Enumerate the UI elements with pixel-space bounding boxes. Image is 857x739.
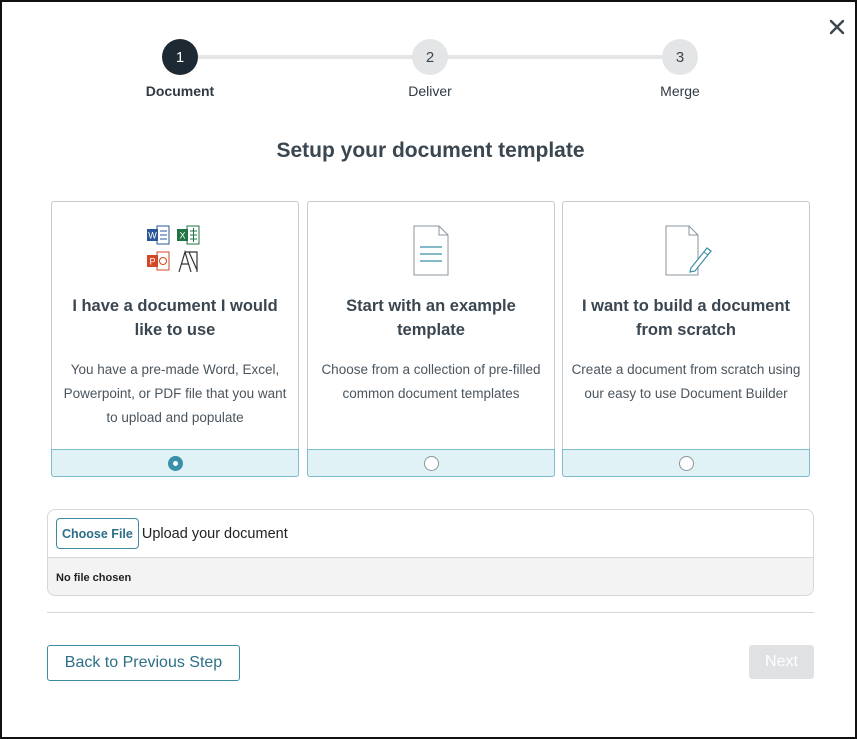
- option-radio-row[interactable]: [51, 449, 299, 477]
- step-label: Merge: [660, 83, 700, 99]
- next-button[interactable]: Next: [749, 645, 814, 679]
- option-radio-row[interactable]: [307, 449, 555, 477]
- option-card-build-from-scratch[interactable]: I want to build a document from scratch …: [562, 201, 810, 477]
- option-radio-selected[interactable]: [167, 455, 183, 471]
- step-label: Document: [145, 83, 215, 99]
- option-card-example-template[interactable]: Start with an example template Choose fr…: [307, 201, 555, 477]
- svg-text:W: W: [148, 231, 157, 241]
- step-deliver: 2 Deliver: [370, 39, 490, 99]
- option-title: I have a document I would like to use: [72, 297, 278, 339]
- file-upload: Choose File Upload your document No file…: [47, 509, 814, 596]
- option-title: Start with an example template: [346, 297, 516, 339]
- choose-file-button[interactable]: Choose File: [56, 518, 139, 549]
- back-button[interactable]: Back to Previous Step: [47, 645, 240, 681]
- document-edit-icon: [563, 224, 809, 280]
- office-files-icon: W X P: [52, 224, 298, 280]
- step-document: 1 Document: [120, 39, 240, 99]
- step-label: Deliver: [408, 83, 452, 99]
- option-description: Choose from a collection of pre-filled c…: [321, 362, 541, 401]
- option-title: I want to build a document from scratch: [581, 297, 791, 339]
- svg-text:X: X: [179, 231, 185, 241]
- divider: [47, 612, 814, 613]
- option-radio-row[interactable]: [562, 449, 810, 477]
- setup-template-modal: 1 Document 2 Deliver 3 Merge Setup your …: [0, 0, 857, 739]
- file-status: No file chosen: [48, 558, 813, 595]
- option-radio[interactable]: [423, 455, 439, 471]
- upload-label: Upload your document: [141, 525, 288, 542]
- page-title: Setup your document template: [276, 139, 585, 162]
- step-number: 1: [162, 39, 198, 75]
- svg-text:P: P: [149, 257, 155, 267]
- step-number: 2: [412, 39, 448, 75]
- option-radio[interactable]: [678, 455, 694, 471]
- option-card-upload-document[interactable]: W X P I have a document I would like to …: [51, 201, 299, 477]
- option-description: Create a document from scratch using our…: [571, 362, 801, 401]
- step-number: 3: [662, 39, 698, 75]
- option-description: You have a pre-made Word, Excel, Powerpo…: [63, 362, 287, 425]
- step-merge: 3 Merge: [620, 39, 740, 99]
- document-template-icon: [308, 224, 554, 280]
- close-icon[interactable]: [826, 16, 848, 38]
- file-upload-row: Choose File Upload your document: [48, 510, 813, 558]
